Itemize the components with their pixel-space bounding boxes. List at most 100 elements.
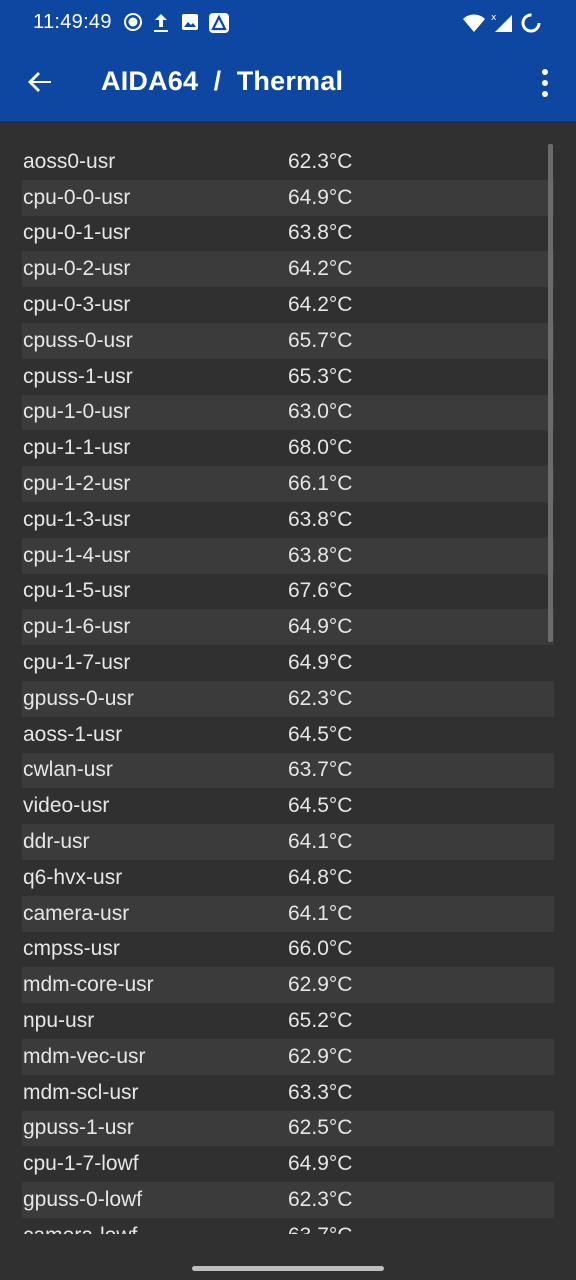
sensor-name: cpu-1-6-usr [23,615,131,639]
table-row: cpu-0-0-usr 64.9°C [22,179,554,216]
wifi-icon [462,13,486,38]
app-bar: AIDA64 / Thermal [0,44,576,121]
table-row: cpu-0-2-usr 64.2°C [22,251,554,288]
table-row: npu-usr 65.2°C [22,1003,554,1039]
sensor-value: 62.3°C [288,686,353,710]
table-row: gpuss-1-usr 62.5°C [22,1110,554,1147]
sensor-value: 62.9°C [288,973,353,997]
sensor-value: 64.1°C [288,830,353,854]
sensor-value: 63.0°C [288,400,353,424]
signal-icon: x [490,11,514,38]
sensor-name: npu-usr [23,1009,95,1033]
sensor-value: 68.0°C [288,436,353,460]
status-bar: 11:49:49 x [0,0,576,44]
sensor-value: 64.9°C [288,651,353,675]
table-row: gpuss-0-usr 62.3°C [22,680,554,717]
sensor-value: 64.9°C [288,185,353,209]
table-row: camera-lowf63.7°C [22,1218,554,1234]
sensor-value: 64.2°C [288,257,353,281]
sensor-name: cmpss-usr [23,937,120,961]
table-row: cpu-1-6-usr 64.9°C [22,609,554,646]
table-row: aoss-1-usr 64.5°C [22,717,554,753]
table-row: camera-usr 64.1°C [22,895,554,932]
sensor-value: 65.2°C [288,1009,353,1033]
sensor-value: 64.9°C [288,1152,353,1176]
sensor-value: 64.8°C [288,865,353,889]
navigation-bar [0,1234,576,1280]
image-icon [180,12,200,37]
sensor-value: 63.3°C [288,1080,353,1104]
back-button[interactable] [22,64,58,100]
table-row: cpu-1-0-usr 63.0°C [22,394,554,431]
sensor-name: cpu-1-3-usr [23,507,131,531]
sensor-name: video-usr [23,794,110,818]
table-row: mdm-vec-usr 62.9°C [22,1038,554,1075]
svg-text:x: x [491,13,497,23]
sensor-name: gpuss-0-lowf [23,1188,143,1211]
sensor-name: cpu-1-2-usr [23,472,131,496]
sensor-value: 65.3°C [288,364,353,388]
sensor-name: cpu-1-1-usr [23,436,131,460]
sensor-name: mdm-core-usr [23,973,154,997]
sensor-name: cpu-1-4-usr [23,543,131,567]
sensor-name: cpuss-1-usr [23,364,133,388]
sensor-name: mdm-vec-usr [23,1044,146,1068]
sensor-name: cwlan-usr [23,758,113,782]
sensor-name: mdm-scl-usr [23,1080,139,1104]
sensor-value: 64.5°C [288,722,353,746]
sensor-value: 64.1°C [288,901,353,925]
sensor-value: 62.5°C [288,1116,353,1140]
sensor-name: cpu-1-7-usr [23,651,131,675]
table-row: q6-hvx-usr 64.8°C [22,860,554,896]
table-row: mdm-scl-usr 63.3°C [22,1075,554,1111]
table-row: mdm-core-usr 62.9°C [22,967,554,1004]
table-row: cpuss-1-usr 65.3°C [22,359,554,395]
table-row: cpu-1-2-usr 66.1°C [22,466,554,502]
table-row: video-usr 64.5°C [22,788,554,824]
sensor-value: 62.9°C [288,1044,353,1068]
sensor-name: cpuss-0-usr [23,328,133,352]
scrollbar[interactable] [548,144,553,642]
app-icon [208,12,230,39]
sensor-list[interactable]: aoss0-usr 62.3°C cpu-0-0-usr 64.9°C cpu-0-1-… [22,144,554,1234]
table-row: cpu-0-1-usr 63.8°C [22,216,554,252]
sensor-value: 67.6°C [288,579,353,603]
sensor-name: camera-usr [23,901,130,925]
sensor-name: cpu-1-0-usr [23,400,131,424]
sensor-name: aoss-1-usr [23,722,123,746]
sensor-name: camera-lowf [22,1224,288,1234]
sensor-name: ddr-usr [23,830,90,854]
sensor-value: 64.9°C [288,615,353,639]
sensor-name: gpuss-1-usr [23,1116,134,1140]
table-row: cpu-1-7-lowf 64.9°C [22,1146,554,1182]
sensor-name: q6-hvx-usr [23,865,123,889]
table-row: cpu-1-7-usr 64.9°C [22,645,554,681]
sensor-name: aoss0-usr [23,149,116,173]
table-row: cmpss-usr 66.0°C [22,932,554,968]
table-row: cpu-1-3-usr 63.8°C [22,502,554,538]
table-row: cpu-1-4-usr 63.8°C [22,537,554,574]
sensor-value: 64.2°C [288,293,353,317]
sensor-value: 63.8°C [288,543,353,567]
sensor-value: 62.3°C [288,1188,353,1211]
sensor-name: cpu-0-0-usr [23,185,131,209]
arrow-left-icon [28,72,51,92]
more-vert-icon [542,69,548,97]
sensor-name: gpuss-0-usr [23,686,134,710]
table-row: aoss0-usr 62.3°C [22,144,554,180]
sensor-value: 66.1°C [288,472,353,496]
loading-circle-icon [520,12,542,39]
sensor-name: cpu-0-3-usr [23,293,131,317]
sensor-value: 63.8°C [288,507,353,531]
sensor-value: 63.8°C [288,221,353,245]
table-row: cpu-1-5-usr 67.6°C [22,574,554,610]
sensor-name: cpu-0-1-usr [23,221,131,245]
overflow-menu-button[interactable] [530,66,560,100]
table-row: gpuss-0-lowf 62.3°C [22,1182,554,1218]
table-row: cwlan-usr 63.7°C [22,752,554,789]
table-row: cpu-0-3-usr 64.2°C [22,287,554,323]
status-time: 11:49:49 [33,11,112,33]
home-gesture-handle[interactable] [192,1266,384,1271]
page-title: AIDA64 / Thermal [101,66,344,96]
upload-icon [151,12,171,39]
